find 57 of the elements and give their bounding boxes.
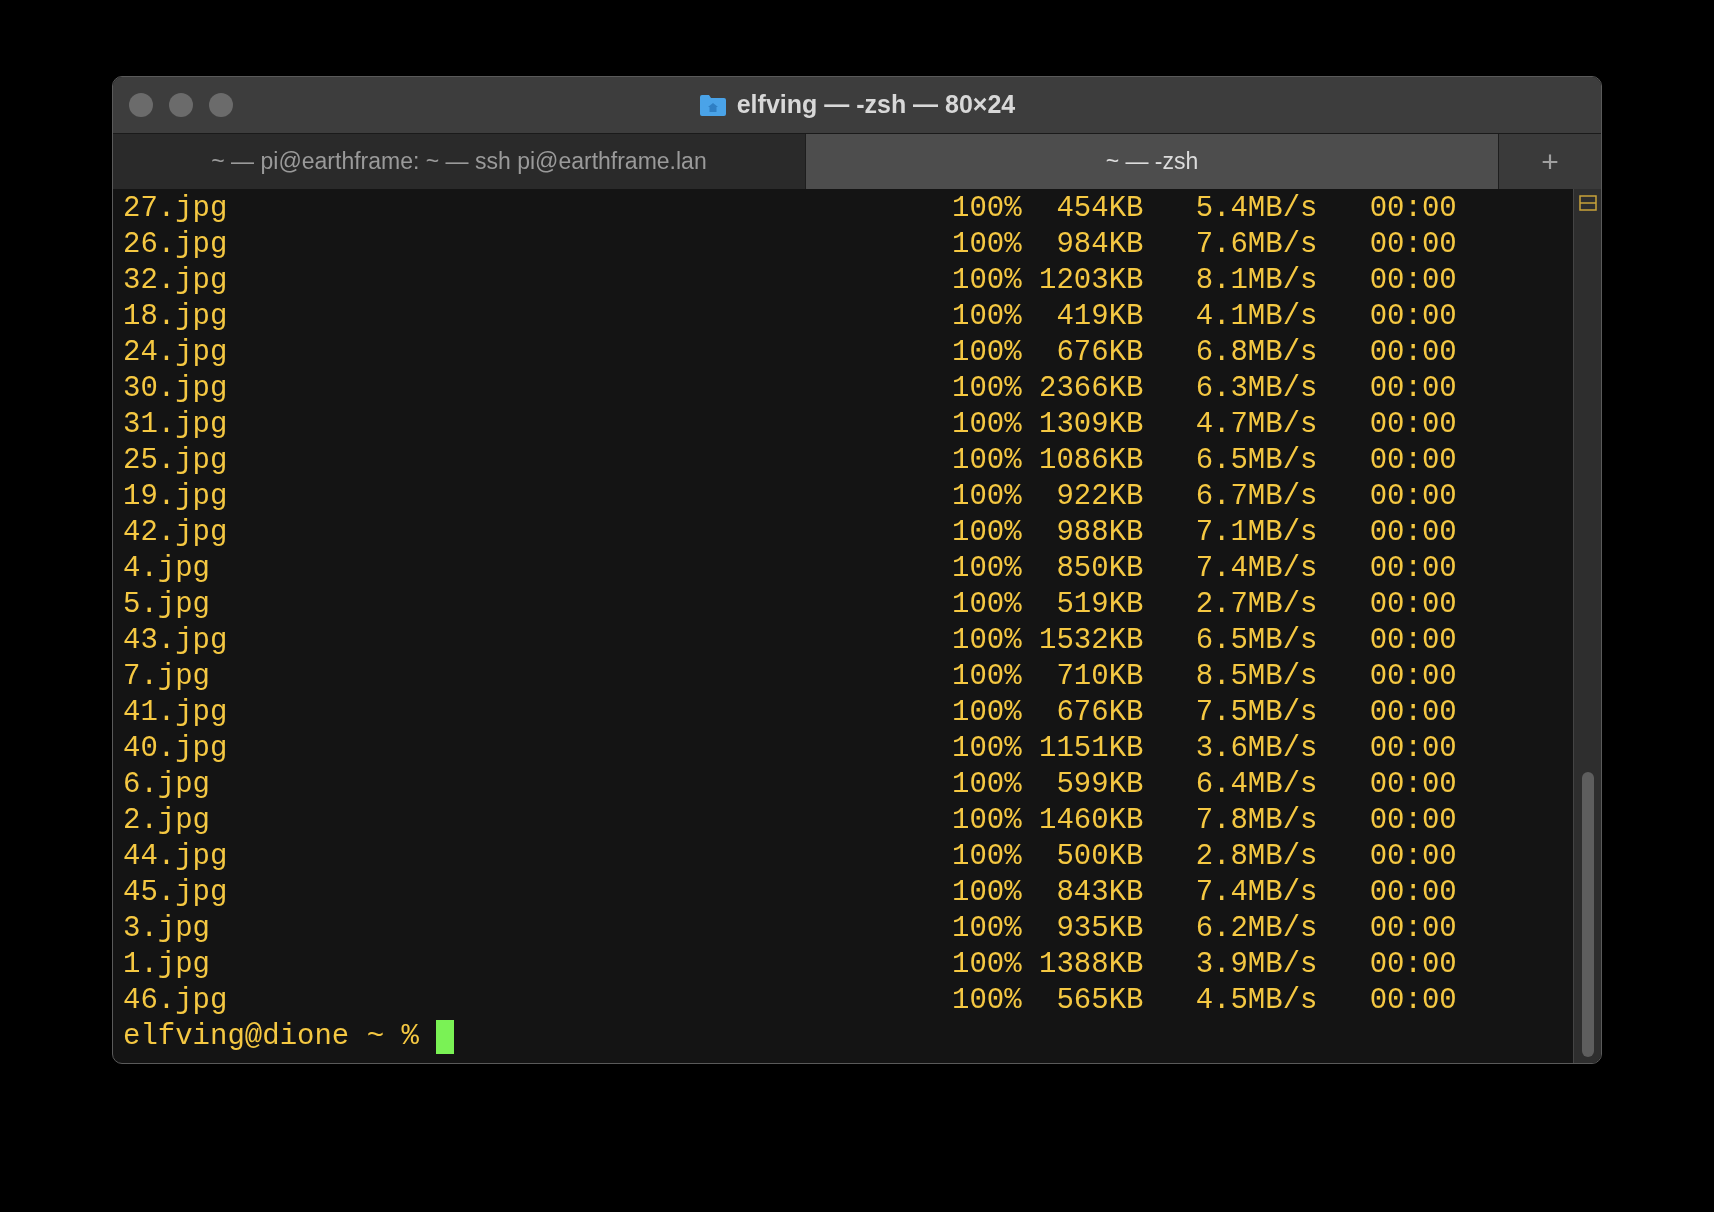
transfer-stats: 100% 500KB 2.8MB/s 00:00 — [952, 839, 1457, 875]
transfer-stats: 100% 1532KB 6.5MB/s 00:00 — [952, 623, 1457, 659]
file-name: 32.jpg — [123, 263, 229, 299]
file-name: 43.jpg — [123, 623, 229, 659]
window-title: elfving — -zsh — 80×24 — [736, 89, 1016, 121]
file-name: 41.jpg — [123, 695, 229, 731]
transfer-stats: 100% 710KB 8.5MB/s 00:00 — [952, 659, 1457, 695]
split-pane-icon[interactable] — [1578, 195, 1597, 211]
transfer-stats: 100% 935KB 6.2MB/s 00:00 — [952, 911, 1457, 947]
window-control[interactable] — [209, 93, 233, 117]
file-name: 19.jpg — [123, 479, 229, 515]
file-name: 44.jpg — [123, 839, 229, 875]
transfer-stats: 100% 1203KB 8.1MB/s 00:00 — [952, 263, 1457, 299]
file-name: 42.jpg — [123, 515, 229, 551]
transfer-stats: 100% 843KB 7.4MB/s 00:00 — [952, 875, 1457, 911]
file-name: 5.jpg — [123, 587, 211, 623]
transfer-stats: 100% 419KB 4.1MB/s 00:00 — [952, 299, 1457, 335]
transfer-stats: 100% 922KB 6.7MB/s 00:00 — [952, 479, 1457, 515]
transfer-stats: 100% 984KB 7.6MB/s 00:00 — [952, 227, 1457, 263]
file-name: 45.jpg — [123, 875, 229, 911]
transfer-stats: 100% 676KB 7.5MB/s 00:00 — [952, 695, 1457, 731]
transfer-stats: 100% 1388KB 3.9MB/s 00:00 — [952, 947, 1457, 983]
transfer-stats: 100% 2366KB 6.3MB/s 00:00 — [952, 371, 1457, 407]
file-name: 1.jpg — [123, 947, 211, 983]
file-name: 6.jpg — [123, 767, 211, 803]
file-name: 7.jpg — [123, 659, 211, 695]
transfer-stats: 100% 454KB 5.4MB/s 00:00 — [952, 191, 1457, 227]
transfer-stats: 100% 599KB 6.4MB/s 00:00 — [952, 767, 1457, 803]
transfer-stats: 100% 565KB 4.5MB/s 00:00 — [952, 983, 1457, 1019]
scrollbar-thumb[interactable] — [1581, 772, 1594, 1057]
window-control[interactable] — [129, 93, 153, 117]
transfer-stats: 100% 1086KB 6.5MB/s 00:00 — [952, 443, 1457, 479]
file-name: 18.jpg — [123, 299, 229, 335]
file-name: 30.jpg — [123, 371, 229, 407]
transfer-stats: 100% 850KB 7.4MB/s 00:00 — [952, 551, 1457, 587]
file-name: 46.jpg — [123, 983, 229, 1019]
shell-prompt: elfving@dione ~ % — [123, 1019, 419, 1055]
home-folder-icon — [698, 93, 727, 117]
file-name: 4.jpg — [123, 551, 211, 587]
new-tab-button[interactable]: + — [1499, 134, 1601, 189]
transfer-stats: 100% 1309KB 4.7MB/s 00:00 — [952, 407, 1457, 443]
file-name: 2.jpg — [123, 803, 211, 839]
file-name: 27.jpg — [123, 191, 229, 227]
file-name: 24.jpg — [123, 335, 229, 371]
file-name: 31.jpg — [123, 407, 229, 443]
file-name: 26.jpg — [123, 227, 229, 263]
transfer-stats: 100% 1151KB 3.6MB/s 00:00 — [952, 731, 1457, 767]
transfer-stats: 100% 1460KB 7.8MB/s 00:00 — [952, 803, 1457, 839]
file-name: 25.jpg — [123, 443, 229, 479]
cursor — [435, 1020, 454, 1054]
transfer-stats: 100% 676KB 6.8MB/s 00:00 — [952, 335, 1457, 371]
file-name: 3.jpg — [123, 911, 211, 947]
transfer-stats: 100% 988KB 7.1MB/s 00:00 — [952, 515, 1457, 551]
tab[interactable]: ~ — -zsh — [806, 134, 1499, 189]
transfer-stats: 100% 519KB 2.7MB/s 00:00 — [952, 587, 1457, 623]
file-name: 40.jpg — [123, 731, 229, 767]
window-control[interactable] — [169, 93, 193, 117]
